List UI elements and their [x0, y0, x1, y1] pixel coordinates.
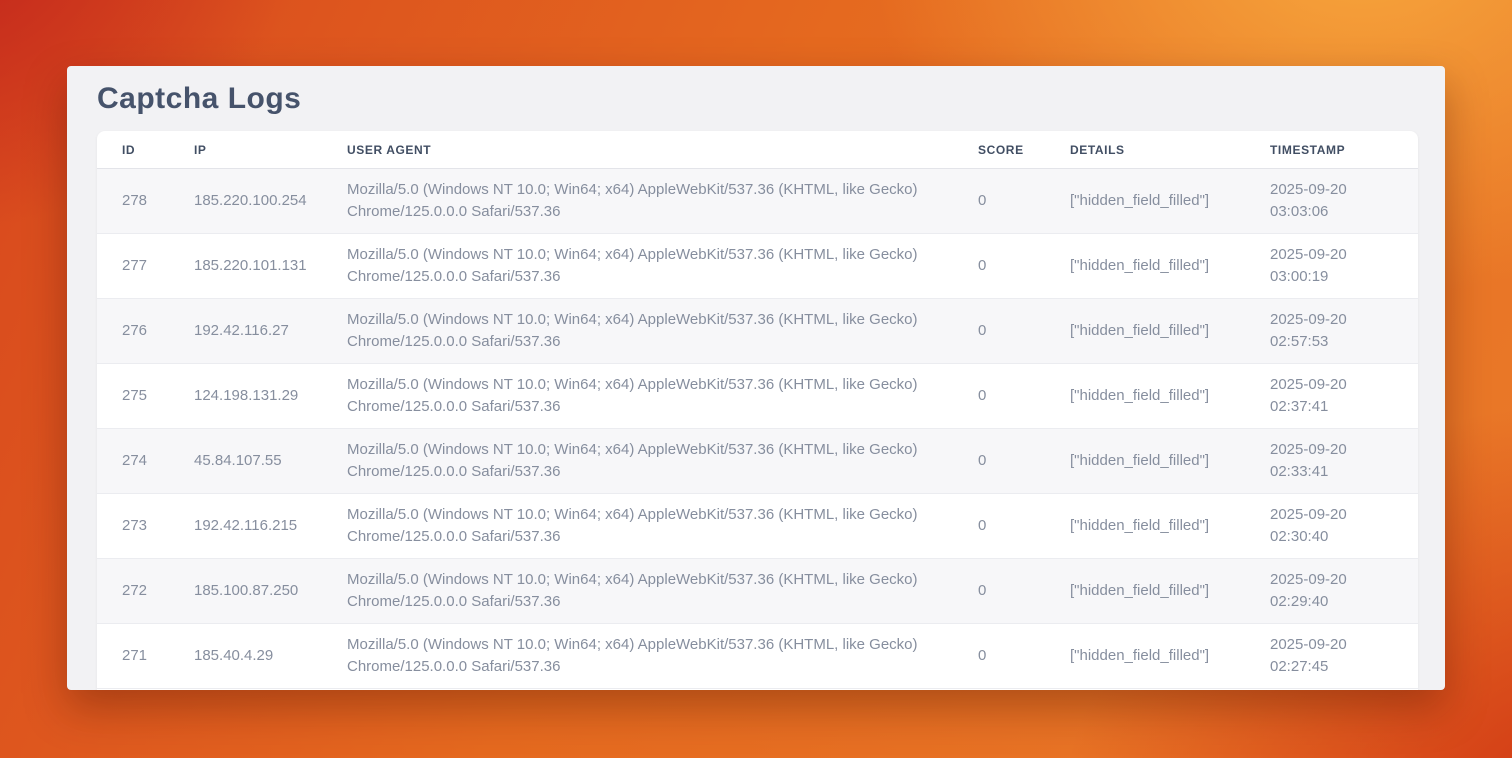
ip-cell: 185.40.4.29: [194, 624, 347, 689]
column-header-details: DETAILS: [1070, 131, 1270, 169]
ip-cell: 185.220.100.254: [194, 169, 347, 234]
timestamp-cell: 2025-09-20 02:33:41: [1270, 429, 1418, 494]
score-cell: 0: [978, 364, 1070, 429]
id-cell: 273: [97, 494, 194, 559]
column-header-user_agent: USER AGENT: [347, 131, 978, 169]
details-cell: ["hidden_field_filled"]: [1070, 299, 1270, 364]
captcha-logs-card: Captcha Logs IDIPUSER AGENTSCOREDETAILST…: [67, 66, 1445, 690]
table-body: 278185.220.100.254Mozilla/5.0 (Windows N…: [97, 169, 1418, 689]
column-header-id: ID: [97, 131, 194, 169]
page-background: Captcha Logs IDIPUSER AGENTSCOREDETAILST…: [0, 0, 1512, 758]
table-row: 272185.100.87.250Mozilla/5.0 (Windows NT…: [97, 559, 1418, 624]
id-cell: 278: [97, 169, 194, 234]
user_agent-cell: Mozilla/5.0 (Windows NT 10.0; Win64; x64…: [347, 559, 978, 624]
table-row: 273192.42.116.215Mozilla/5.0 (Windows NT…: [97, 494, 1418, 559]
column-header-ip: IP: [194, 131, 347, 169]
user_agent-cell: Mozilla/5.0 (Windows NT 10.0; Win64; x64…: [347, 429, 978, 494]
id-cell: 271: [97, 624, 194, 689]
details-cell: ["hidden_field_filled"]: [1070, 234, 1270, 299]
user_agent-cell: Mozilla/5.0 (Windows NT 10.0; Win64; x64…: [347, 624, 978, 689]
timestamp-cell: 2025-09-20 02:37:41: [1270, 364, 1418, 429]
table-row: 275124.198.131.29Mozilla/5.0 (Windows NT…: [97, 364, 1418, 429]
user_agent-cell: Mozilla/5.0 (Windows NT 10.0; Win64; x64…: [347, 364, 978, 429]
ip-cell: 185.220.101.131: [194, 234, 347, 299]
table-header: IDIPUSER AGENTSCOREDETAILSTIMESTAMP: [97, 131, 1418, 169]
id-cell: 274: [97, 429, 194, 494]
ip-cell: 192.42.116.27: [194, 299, 347, 364]
id-cell: 277: [97, 234, 194, 299]
table-row: 278185.220.100.254Mozilla/5.0 (Windows N…: [97, 169, 1418, 234]
score-cell: 0: [978, 429, 1070, 494]
timestamp-cell: 2025-09-20 02:57:53: [1270, 299, 1418, 364]
timestamp-cell: 2025-09-20 03:03:06: [1270, 169, 1418, 234]
score-cell: 0: [978, 494, 1070, 559]
logs-table: IDIPUSER AGENTSCOREDETAILSTIMESTAMP 2781…: [97, 131, 1418, 690]
details-cell: ["hidden_field_filled"]: [1070, 364, 1270, 429]
score-cell: 0: [978, 559, 1070, 624]
logs-table-element: IDIPUSER AGENTSCOREDETAILSTIMESTAMP 2781…: [97, 131, 1418, 689]
details-cell: ["hidden_field_filled"]: [1070, 559, 1270, 624]
timestamp-cell: 2025-09-20 02:29:40: [1270, 559, 1418, 624]
details-cell: ["hidden_field_filled"]: [1070, 624, 1270, 689]
score-cell: 0: [978, 299, 1070, 364]
id-cell: 272: [97, 559, 194, 624]
timestamp-cell: 2025-09-20 02:27:45: [1270, 624, 1418, 689]
user_agent-cell: Mozilla/5.0 (Windows NT 10.0; Win64; x64…: [347, 494, 978, 559]
table-header-row: IDIPUSER AGENTSCOREDETAILSTIMESTAMP: [97, 131, 1418, 169]
timestamp-cell: 2025-09-20 02:30:40: [1270, 494, 1418, 559]
details-cell: ["hidden_field_filled"]: [1070, 494, 1270, 559]
table-row: 271185.40.4.29Mozilla/5.0 (Windows NT 10…: [97, 624, 1418, 689]
details-cell: ["hidden_field_filled"]: [1070, 169, 1270, 234]
page-title: Captcha Logs: [97, 80, 301, 118]
user_agent-cell: Mozilla/5.0 (Windows NT 10.0; Win64; x64…: [347, 169, 978, 234]
ip-cell: 192.42.116.215: [194, 494, 347, 559]
id-cell: 275: [97, 364, 194, 429]
timestamp-cell: 2025-09-20 03:00:19: [1270, 234, 1418, 299]
id-cell: 276: [97, 299, 194, 364]
ip-cell: 45.84.107.55: [194, 429, 347, 494]
table-row: 276192.42.116.27Mozilla/5.0 (Windows NT …: [97, 299, 1418, 364]
column-header-timestamp: TIMESTAMP: [1270, 131, 1418, 169]
user_agent-cell: Mozilla/5.0 (Windows NT 10.0; Win64; x64…: [347, 234, 978, 299]
table-row: 27445.84.107.55Mozilla/5.0 (Windows NT 1…: [97, 429, 1418, 494]
ip-cell: 185.100.87.250: [194, 559, 347, 624]
score-cell: 0: [978, 169, 1070, 234]
ip-cell: 124.198.131.29: [194, 364, 347, 429]
details-cell: ["hidden_field_filled"]: [1070, 429, 1270, 494]
user_agent-cell: Mozilla/5.0 (Windows NT 10.0; Win64; x64…: [347, 299, 978, 364]
table-row: 277185.220.101.131Mozilla/5.0 (Windows N…: [97, 234, 1418, 299]
score-cell: 0: [978, 624, 1070, 689]
score-cell: 0: [978, 234, 1070, 299]
column-header-score: SCORE: [978, 131, 1070, 169]
